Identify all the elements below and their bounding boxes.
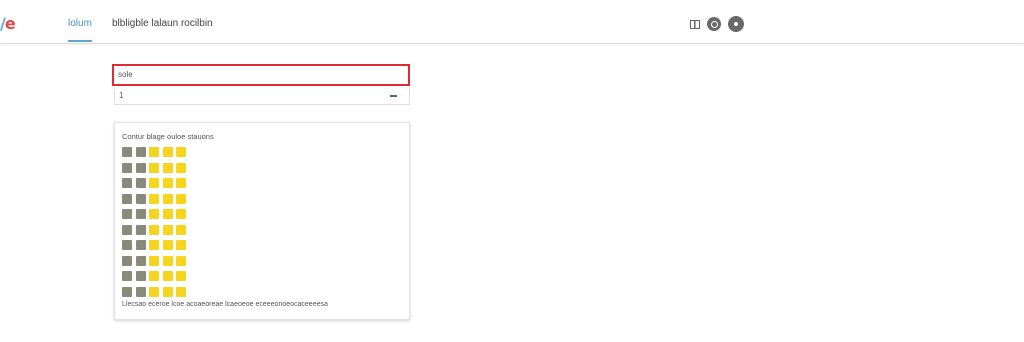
highlighted-input-field[interactable]: sole: [112, 64, 410, 86]
grid-tile-gray[interactable]: [122, 147, 132, 157]
grid-tile-yellow[interactable]: [149, 178, 159, 188]
grid-tile-gray[interactable]: [135, 178, 146, 188]
grid-tile-yellow[interactable]: [162, 240, 173, 250]
grid-tile-yellow[interactable]: [149, 255, 159, 266]
grid-tile-yellow[interactable]: [176, 193, 186, 204]
top-bar: /e lolum blbligble lalaun rocilbin: [0, 0, 1024, 44]
grid-tile-gray[interactable]: [135, 240, 146, 250]
grid-tile-gray[interactable]: [122, 255, 132, 266]
grid-tile-yellow[interactable]: [149, 271, 159, 281]
grid-tile-gray[interactable]: [122, 271, 132, 281]
grid-tile-gray[interactable]: [135, 147, 146, 157]
grid-tile-yellow[interactable]: [149, 162, 159, 173]
grid-tile-gray[interactable]: [135, 162, 146, 173]
grid-tile-yellow[interactable]: [149, 286, 159, 297]
grid-tile-gray[interactable]: [135, 224, 146, 235]
highlighted-field-value: sole: [118, 70, 133, 79]
grid-tile-yellow[interactable]: [149, 147, 159, 157]
grid-tile-yellow[interactable]: [149, 193, 159, 204]
grid-tile-yellow[interactable]: [176, 271, 186, 281]
grid-tile-yellow[interactable]: [162, 178, 173, 188]
grid-tile-gray[interactable]: [122, 193, 132, 204]
grid-tile-yellow[interactable]: [149, 224, 159, 235]
grid-tile-yellow[interactable]: [162, 193, 173, 204]
logo-part-2: e: [4, 14, 16, 33]
grid-tile-gray[interactable]: [122, 224, 132, 235]
grid-icon[interactable]: [688, 17, 702, 31]
grid-tile-gray[interactable]: [122, 162, 132, 173]
grid-tile-gray[interactable]: [122, 286, 132, 297]
content-card: Contur blage ouloe stauons Llecsao ecero…: [114, 122, 410, 320]
grid-tile-gray[interactable]: [135, 286, 146, 297]
app-logo[interactable]: /e: [0, 14, 16, 33]
grid-tile-gray[interactable]: [135, 209, 146, 219]
grid-tile-gray[interactable]: [135, 271, 146, 281]
grid-tile-yellow[interactable]: [176, 240, 186, 250]
grid-tile-gray[interactable]: [122, 209, 132, 219]
grid-tile-yellow[interactable]: [162, 255, 173, 266]
grid-tile-yellow[interactable]: [149, 209, 159, 219]
breadcrumb[interactable]: blbligble lalaun rocilbin: [112, 18, 213, 29]
grid-tile-yellow[interactable]: [162, 224, 173, 235]
user-icon[interactable]: [728, 16, 744, 32]
grid-tile-yellow[interactable]: [176, 209, 186, 219]
grid-tile-yellow[interactable]: [176, 178, 186, 188]
refresh-icon[interactable]: [707, 17, 721, 31]
grid-tile-gray[interactable]: [122, 178, 132, 188]
grid-tile-yellow[interactable]: [162, 209, 173, 219]
grid-tile-yellow[interactable]: [162, 271, 173, 281]
grid-tile-yellow[interactable]: [149, 240, 159, 250]
grid-tile-gray[interactable]: [135, 193, 146, 204]
grid-tile-yellow[interactable]: [176, 162, 186, 173]
card-title: Contur blage ouloe stauons: [122, 132, 214, 141]
grid-tile-yellow[interactable]: [176, 147, 186, 157]
grid-tile-yellow[interactable]: [162, 162, 173, 173]
grid-tile-yellow[interactable]: [176, 224, 186, 235]
grid-tile-gray[interactable]: [135, 255, 146, 266]
card-footer: Llecsao eceroe lcoe acoaeoreae lcaeoeoe …: [122, 301, 328, 308]
secondary-input-field[interactable]: 1: [114, 88, 410, 105]
secondary-field-value: 1: [119, 91, 124, 100]
grid-tile-gray[interactable]: [122, 240, 132, 250]
grid-tile-yellow[interactable]: [162, 286, 173, 297]
tab-active[interactable]: lolum: [68, 18, 92, 42]
grid-tile-yellow[interactable]: [176, 255, 186, 266]
grid-tile-yellow[interactable]: [162, 147, 173, 157]
grid-tile-yellow[interactable]: [176, 286, 186, 297]
minus-icon[interactable]: [390, 95, 397, 97]
